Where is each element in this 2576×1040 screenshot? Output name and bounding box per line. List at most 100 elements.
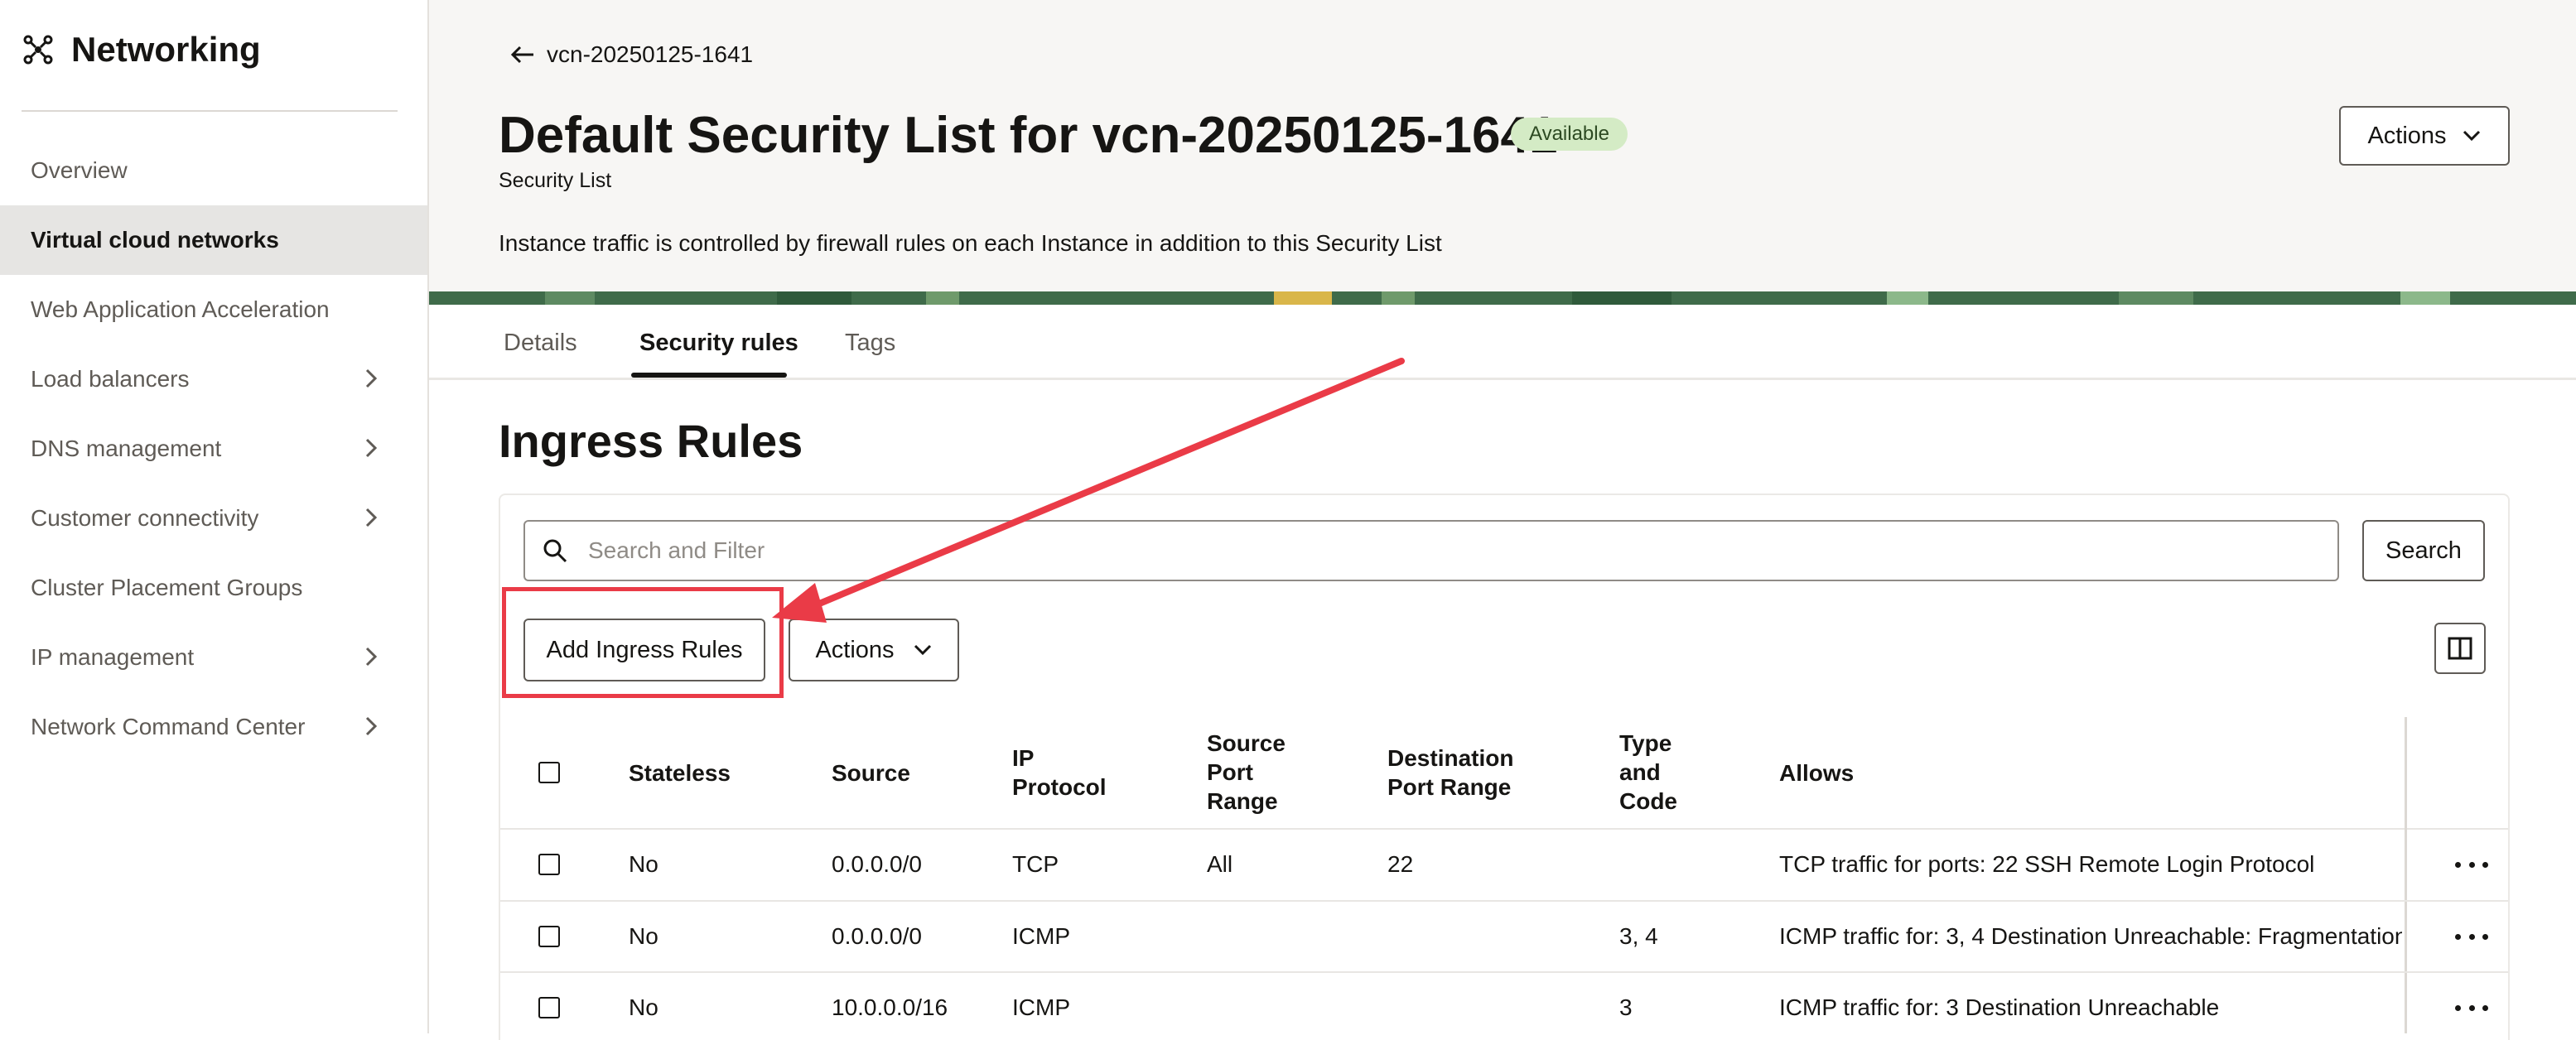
sidebar-item-cluster-placement-groups[interactable]: Cluster Placement Groups [0,553,427,623]
column-header-destination-port-range[interactable]: Destination Port Range [1387,744,1545,802]
ellipsis-icon [2482,861,2488,868]
sidebar-item-label: Network Command Center [31,714,306,739]
cell-type-and-code: 3, 4 [1619,923,1658,949]
table-actions-label: Actions [815,636,895,663]
column-header-ip-protocol[interactable]: IP Protocol [1012,744,1120,802]
cell-source: 0.0.0.0/0 [832,923,922,949]
sidebar-item-label: Overview [31,157,128,183]
active-tab-indicator [631,373,787,378]
ellipsis-icon [2468,933,2475,940]
tab-security-rules[interactable]: Security rules [639,330,798,357]
cell-allows: ICMP traffic for: 3 Destination Unreacha… [1779,994,2220,1020]
sidebar-item-load-balancers[interactable]: Load balancers [0,344,427,414]
sidebar: Networking Overview Virtual cloud networ… [0,0,429,1033]
sidebar-item-label: Load balancers [31,366,190,392]
cell-destination-port-range: 22 [1387,851,1414,877]
search-placeholder: Search and Filter [588,537,765,563]
tab-bar: Details Security rules Tags [429,305,2576,380]
header-actions-button[interactable]: Actions [2339,106,2510,166]
back-link[interactable]: vcn-20250125-1641 [510,41,753,68]
ellipsis-icon [2482,1004,2488,1011]
ellipsis-icon [2468,861,2475,868]
select-all-checkbox[interactable] [538,762,560,783]
chevron-down-icon [2463,130,2480,142]
ellipsis-icon [2455,1004,2461,1011]
cell-ip-protocol: ICMP [1012,923,1070,949]
cell-stateless: No [629,851,658,877]
ellipsis-icon [2455,861,2461,868]
sidebar-item-label: DNS management [31,436,222,461]
cell-stateless: No [629,994,658,1020]
row-checkbox[interactable] [538,997,560,1018]
cell-type-and-code: 3 [1619,994,1633,1020]
sidebar-divider [22,110,398,112]
sidebar-item-label: Virtual cloud networks [31,227,279,253]
header-divider [500,828,2508,830]
row-menu-button[interactable] [2455,856,2488,873]
sidebar-item-network-command-center[interactable]: Network Command Center [0,692,427,762]
section-title: Ingress Rules [499,415,803,467]
ellipsis-icon [2482,933,2488,940]
tab-tags[interactable]: Tags [845,330,895,357]
back-link-label: vcn-20250125-1641 [547,41,754,67]
cell-source: 10.0.0.0/16 [832,994,948,1020]
page-subtitle: Security List [499,169,612,192]
column-header-source-port-range[interactable]: Source Port Range [1207,729,1306,816]
decorative-banner [429,291,2576,305]
row-checkbox[interactable] [538,854,560,875]
page-header: vcn-20250125-1641 Default Security List … [429,0,2576,291]
column-panel-icon [2448,637,2472,660]
row-divider [500,900,2508,902]
page-title: Default Security List for vcn-20250125-1… [499,107,1558,164]
column-header-source[interactable]: Source [832,758,910,787]
search-button[interactable]: Search [2362,520,2485,581]
chevron-right-icon [365,368,378,388]
sidebar-item-virtual-cloud-networks[interactable]: Virtual cloud networks [0,205,427,275]
cell-allows: ICMP traffic for: 3, 4 Destination Unrea… [1779,923,2402,949]
table-actions-button[interactable]: Actions [789,619,959,681]
annotation-highlight-box [502,587,784,698]
column-panel-button[interactable] [2434,623,2486,674]
network-nodes-icon [23,35,53,65]
row-menu-button[interactable] [2455,999,2488,1016]
ellipsis-icon [2468,1004,2475,1011]
tab-details[interactable]: Details [504,330,577,357]
row-menu-button[interactable] [2455,928,2488,945]
chevron-right-icon [365,647,378,667]
header-actions-label: Actions [2367,122,2447,149]
column-header-type-and-code[interactable]: Type and Code [1619,729,1694,816]
sidebar-nav: Overview Virtual cloud networks Web Appl… [0,136,427,762]
arrow-left-icon [510,46,533,64]
sidebar-title: Networking [71,30,261,69]
column-divider [2405,717,2407,1033]
search-icon [543,539,567,563]
column-header-stateless[interactable]: Stateless [629,758,731,787]
row-divider [500,971,2508,973]
sidebar-item-ip-management[interactable]: IP management [0,623,427,692]
sidebar-item-overview[interactable]: Overview [0,136,427,205]
sidebar-item-customer-connectivity[interactable]: Customer connectivity [0,484,427,553]
chevron-down-icon [914,644,931,656]
cell-source-port-range: All [1207,851,1233,877]
sidebar-item-label: Customer connectivity [31,505,259,531]
sidebar-item-dns-management[interactable]: DNS management [0,414,427,484]
cell-ip-protocol: TCP [1012,851,1059,877]
page-description: Instance traffic is controlled by firewa… [499,230,1442,256]
cell-source: 0.0.0.0/0 [832,851,922,877]
sidebar-item-label: Web Application Acceleration [31,296,330,322]
row-checkbox[interactable] [538,926,560,947]
cell-ip-protocol: ICMP [1012,994,1070,1020]
sidebar-item-label: Cluster Placement Groups [31,575,303,600]
chevron-right-icon [365,716,378,736]
cell-stateless: No [629,923,658,949]
sidebar-item-web-application-acceleration[interactable]: Web Application Acceleration [0,275,427,344]
sidebar-brand: Networking [23,30,261,70]
ellipsis-icon [2455,933,2461,940]
status-badge: Available [1511,118,1628,151]
sidebar-item-label: IP management [31,644,195,670]
chevron-right-icon [365,508,378,527]
cell-allows: TCP traffic for ports: 22 SSH Remote Log… [1779,851,2315,877]
chevron-right-icon [365,438,378,458]
column-header-allows[interactable]: Allows [1779,758,1854,787]
search-input[interactable]: Search and Filter [523,520,2339,581]
